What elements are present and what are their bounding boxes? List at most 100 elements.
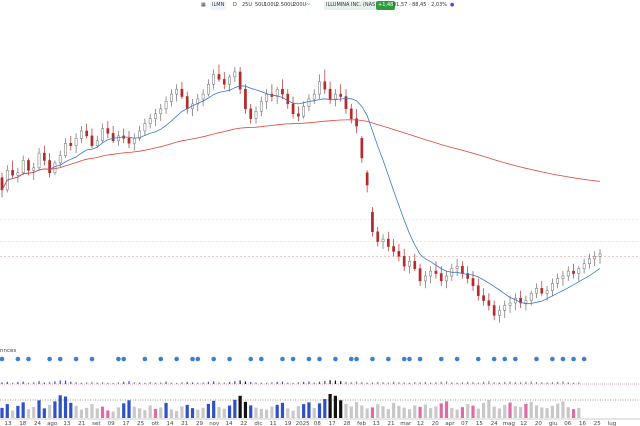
x-tick-label: 21 — [78, 421, 85, 426]
candle-body — [328, 88, 332, 100]
candle-body — [588, 258, 591, 264]
candle-body — [244, 88, 247, 110]
x-tick-label: apr — [445, 421, 455, 426]
oscillator-bar — [101, 382, 104, 384]
candle-body — [339, 93, 343, 97]
candle-body — [238, 71, 242, 90]
x-tick-label: 28 — [343, 421, 350, 426]
volume-bar — [413, 405, 417, 418]
volume-bar — [455, 409, 459, 418]
candle-body — [508, 302, 512, 306]
oscillator-bar — [154, 382, 157, 384]
oscillator-bar — [551, 382, 553, 384]
candle-body — [445, 275, 448, 282]
x-tick-label: nov — [209, 421, 220, 426]
volume-bar — [48, 404, 52, 418]
oscillator-bar — [128, 381, 130, 384]
oscillator-bar — [197, 382, 199, 384]
volume-bar — [513, 406, 517, 418]
volume-bar — [10, 410, 15, 418]
dividend-marker — [333, 356, 338, 362]
candle-body — [492, 305, 496, 316]
candle-body — [37, 152, 41, 169]
oscillator-bar — [117, 382, 120, 384]
volume-bar — [471, 405, 475, 418]
volume-bar — [21, 402, 25, 418]
oscillator-bar — [223, 382, 225, 384]
oscillator-bar — [535, 382, 538, 384]
oscillator-bar — [202, 382, 204, 384]
x-tick-label: mar — [400, 421, 412, 426]
oscillator-bar — [271, 382, 273, 384]
dividend-marker — [571, 356, 576, 362]
volume-bar — [423, 404, 427, 418]
volume-bar — [143, 410, 147, 418]
volume-bar — [561, 401, 565, 418]
oscillator-bar — [398, 382, 400, 384]
candle-body — [132, 138, 136, 144]
oscillator-bar — [228, 382, 231, 384]
candle-body — [540, 288, 544, 294]
x-tick-label: 12 — [520, 421, 527, 426]
dividend-marker — [407, 356, 412, 362]
volume-bar — [106, 410, 110, 418]
x-tick-label: 12 — [417, 421, 424, 426]
oscillator-bar — [260, 382, 262, 384]
volume-bar — [545, 408, 549, 418]
volume-bar — [132, 406, 136, 418]
oscillator-bar — [393, 381, 395, 384]
candle-body — [64, 143, 67, 156]
candle-body — [254, 111, 258, 119]
oscillator-bar — [297, 382, 299, 384]
x-tick-label: 08 — [314, 421, 321, 426]
volume-bar — [307, 402, 311, 418]
x-tick-label: 29 — [196, 421, 203, 426]
volume-bar — [519, 406, 523, 418]
x-tick-label: lug — [608, 421, 617, 426]
oscillator-bar — [38, 381, 40, 384]
x-tick-label: 13 — [373, 421, 380, 426]
oscillator-bar — [191, 382, 194, 384]
candle-body — [566, 270, 570, 277]
x-tick-label: 13 — [63, 421, 70, 426]
dividend-marker — [491, 356, 497, 362]
dividend-marker — [317, 356, 322, 362]
volume-bar — [286, 408, 290, 418]
volume-bar — [259, 408, 263, 418]
oscillator-bar — [1, 382, 3, 384]
dividend-marker — [560, 356, 566, 362]
volume-bar — [439, 403, 443, 418]
candle-body — [429, 270, 433, 277]
oscillator-bar — [456, 382, 458, 384]
volume-bar — [58, 395, 62, 418]
candle-body — [201, 93, 205, 100]
volume-bar — [148, 405, 152, 418]
volume-bar — [26, 409, 31, 418]
volume-bar — [566, 407, 570, 418]
volume-bar — [556, 403, 560, 418]
oscillator-bar — [244, 381, 247, 384]
candle-body — [48, 160, 51, 173]
volume-bar — [122, 403, 126, 418]
candle-body — [228, 76, 231, 85]
oscillator-bar — [430, 382, 432, 384]
oscillator-bar — [324, 381, 326, 384]
oscillator-bar — [313, 382, 315, 384]
candle-body — [148, 118, 152, 124]
x-tick-label: 21 — [388, 421, 395, 426]
candle-body — [259, 101, 263, 112]
volume-bar — [550, 405, 554, 418]
oscillator-bar — [520, 382, 522, 384]
candle-body — [27, 160, 30, 171]
volume-bar — [296, 406, 300, 418]
candle-body — [582, 263, 586, 269]
volume-bar — [164, 402, 168, 418]
x-tick-label: 09 — [108, 421, 115, 426]
volume-bar — [571, 409, 576, 418]
dividend-marker — [306, 356, 312, 362]
volume-bar — [222, 408, 226, 418]
oscillator-bar — [557, 381, 559, 384]
volume-bar — [238, 395, 242, 418]
candle-body — [175, 88, 178, 95]
candle-body — [561, 275, 565, 279]
